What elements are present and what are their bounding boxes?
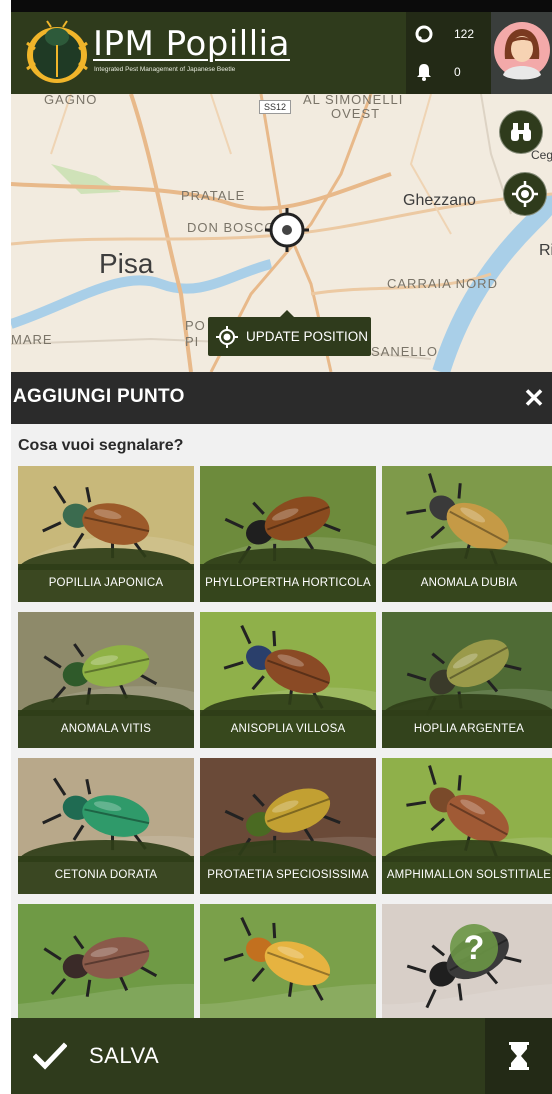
map-road-badge: SS12 bbox=[259, 100, 292, 114]
binoculars-icon bbox=[511, 123, 531, 141]
map-label-ghezzano: Ghezzano bbox=[403, 192, 476, 209]
notifications-count: 0 bbox=[454, 65, 461, 79]
crosshair-icon bbox=[216, 325, 238, 348]
hourglass-icon bbox=[508, 1042, 529, 1070]
species-tile[interactable]: PHYLLOPERTHA HORTICOLA bbox=[200, 466, 376, 602]
species-tile[interactable]: PROTAETIA SPECIOSISSIMA bbox=[200, 758, 376, 894]
position-reticle-icon[interactable] bbox=[263, 206, 311, 254]
species-tile[interactable] bbox=[200, 904, 376, 1022]
species-caption: HOPLIA ARGENTEA bbox=[382, 710, 552, 748]
species-label: PROTAETIA SPECIOSISSIMA bbox=[207, 869, 369, 881]
species-label: CETONIA DORATA bbox=[54, 869, 158, 881]
map-label-ovest: OVEST bbox=[331, 106, 381, 121]
map-label-mare: MARE bbox=[11, 332, 53, 347]
update-position-button[interactable]: UPDATE POSITION bbox=[208, 310, 371, 356]
locate-me-button[interactable] bbox=[503, 172, 547, 216]
map-label-po: PO bbox=[185, 318, 206, 333]
species-caption: PROTAETIA SPECIOSISSIMA bbox=[200, 856, 376, 894]
help-icon: ? bbox=[450, 924, 498, 972]
app-header: IPM Popillia Integrated Pest Management … bbox=[11, 12, 552, 94]
map-label-carraia: CARRAIA NORD bbox=[387, 276, 498, 291]
species-tile[interactable]: ? bbox=[382, 904, 552, 1022]
species-tile[interactable]: ANOMALA VITIS bbox=[18, 612, 194, 748]
species-tile[interactable]: ANISOPLIA VILLOSA bbox=[200, 612, 376, 748]
marker-count-icon bbox=[414, 24, 434, 44]
map-label-ri: Ri bbox=[539, 242, 552, 259]
species-tile[interactable]: AMPHIMALLON SOLSTITIALE bbox=[382, 758, 552, 894]
add-point-header: AGGIUNGI PUNTO ✕ bbox=[11, 372, 552, 424]
status-strip bbox=[11, 0, 552, 12]
species-label: ANISOPLIA VILLOSA bbox=[230, 723, 346, 735]
map-view[interactable]: GAGNO SS12 AL SIMONELLI OVEST PRATALE DO… bbox=[11, 94, 552, 372]
map-label-ceghe: Cegh bbox=[531, 148, 552, 162]
map-label-pisa: Pisa bbox=[99, 248, 154, 279]
update-position-label: UPDATE POSITION bbox=[246, 329, 369, 344]
beetle-logo-icon[interactable] bbox=[25, 19, 89, 85]
save-label: SALVA bbox=[89, 1043, 160, 1068]
close-icon[interactable]: ✕ bbox=[520, 383, 548, 414]
panel-question: Cosa vuoi segnalare? bbox=[18, 437, 184, 454]
user-avatar-icon bbox=[494, 22, 550, 80]
species-photo bbox=[18, 904, 194, 1022]
species-label: ANOMALA VITIS bbox=[60, 723, 152, 735]
species-tile[interactable]: CETONIA DORATA bbox=[18, 758, 194, 894]
check-icon bbox=[33, 1042, 67, 1070]
species-caption: PHYLLOPERTHA HORTICOLA bbox=[200, 564, 376, 602]
save-button[interactable]: SALVA bbox=[11, 1018, 485, 1094]
update-tip bbox=[280, 310, 294, 317]
species-tile[interactable] bbox=[18, 904, 194, 1022]
species-panel: Cosa vuoi segnalare? POPILLIA JAPONICA PH… bbox=[11, 424, 552, 1022]
species-tile[interactable]: ANOMALA DUBIA bbox=[382, 466, 552, 602]
map-label-pratale: PRATALE bbox=[181, 188, 246, 203]
binoculars-button[interactable] bbox=[499, 110, 543, 154]
species-photo bbox=[200, 904, 376, 1022]
species-tile[interactable]: HOPLIA ARGENTEA bbox=[382, 612, 552, 748]
species-caption: CETONIA DORATA bbox=[18, 856, 194, 894]
bell-icon bbox=[414, 62, 434, 82]
species-label: ANOMALA DUBIA bbox=[420, 577, 518, 589]
species-label: POPILLIA JAPONICA bbox=[48, 577, 164, 589]
map-label-sanello: SANELLO bbox=[371, 344, 438, 359]
points-stat[interactable]: 122 bbox=[414, 24, 474, 44]
species-label: HOPLIA ARGENTEA bbox=[413, 723, 525, 735]
species-grid: POPILLIA JAPONICA PHYLLOPERTHA HORTICOLA A… bbox=[18, 466, 552, 1022]
stats-panel: 122 0 bbox=[406, 12, 491, 94]
notifications-stat[interactable]: 0 bbox=[414, 62, 461, 82]
profile-button[interactable] bbox=[491, 12, 552, 94]
pending-button[interactable] bbox=[485, 1018, 552, 1094]
app-subtitle: Integrated Pest Management of Japanese B… bbox=[94, 66, 236, 73]
app-root: IPM Popillia Integrated Pest Management … bbox=[11, 0, 552, 1094]
species-caption: POPILLIA JAPONICA bbox=[18, 564, 194, 602]
species-label: AMPHIMALLON SOLSTITIALE bbox=[386, 869, 552, 881]
map-label-pi: PI bbox=[185, 334, 200, 349]
species-caption: ANOMALA DUBIA bbox=[382, 564, 552, 602]
species-caption: AMPHIMALLON SOLSTITIALE bbox=[382, 856, 552, 894]
map-label-gagno: GAGNO bbox=[44, 94, 98, 107]
species-caption: ANISOPLIA VILLOSA bbox=[200, 710, 376, 748]
app-title: IPM Popillia bbox=[93, 24, 290, 64]
footer-bar: SALVA bbox=[11, 1018, 552, 1094]
panel-title: AGGIUNGI PUNTO bbox=[13, 386, 185, 407]
species-label: PHYLLOPERTHA HORTICOLA bbox=[205, 577, 371, 589]
species-caption: ANOMALA VITIS bbox=[18, 710, 194, 748]
species-tile[interactable]: POPILLIA JAPONICA bbox=[18, 466, 194, 602]
points-count: 122 bbox=[454, 27, 475, 41]
locate-icon bbox=[512, 181, 538, 207]
